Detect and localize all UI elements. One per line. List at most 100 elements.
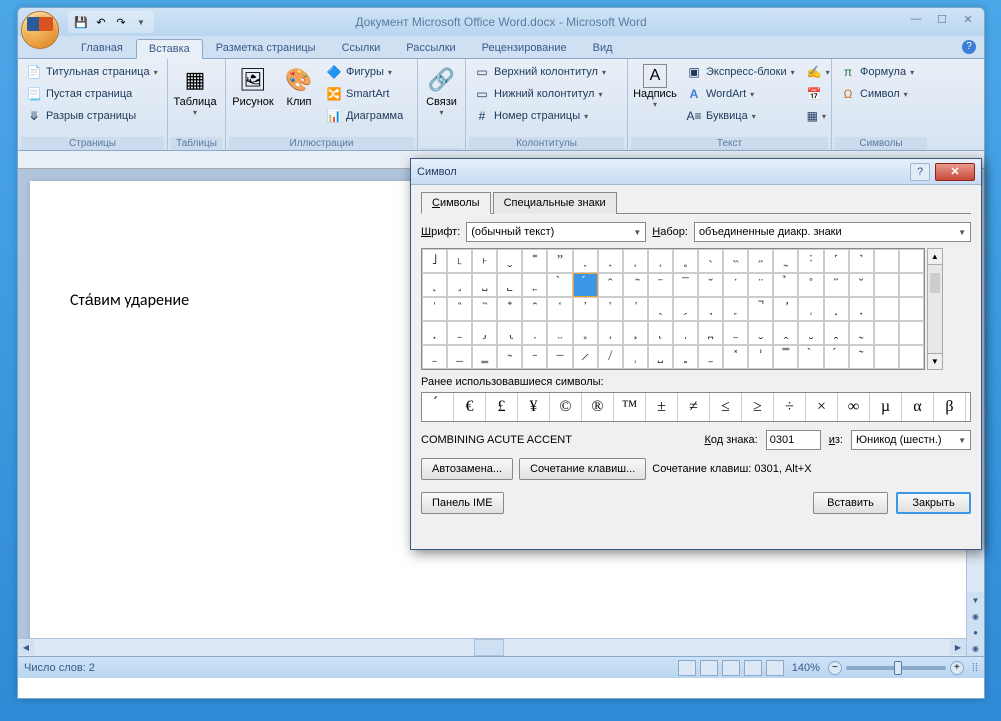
symbol-cell[interactable]: ̺ (648, 345, 673, 369)
qat-dropdown-icon[interactable]: ▼ (132, 13, 150, 31)
symbol-cell[interactable]: ˿ (522, 273, 547, 297)
symbol-cell[interactable]: ̱ (422, 345, 447, 369)
dialog-titlebar[interactable]: Символ ? ✕ (411, 159, 981, 185)
header-button[interactable]: ▭Верхний колонтитул▾ (469, 61, 624, 83)
symbol-cell[interactable]: ̕ (623, 297, 648, 321)
symbol-cell[interactable]: ˱ (623, 249, 648, 273)
help-icon[interactable]: ? (962, 40, 976, 54)
symbol-cell[interactable]: ̿ (773, 345, 798, 369)
recent-symbol-cell[interactable]: ™ (614, 393, 646, 421)
symbol-cell[interactable]: ̢ (497, 321, 522, 345)
wordart-button[interactable]: AWordArt▾ (681, 83, 800, 105)
horizontal-scrollbar[interactable]: ◀ ▶ (18, 638, 966, 656)
symbol-cell[interactable]: ̓ (573, 297, 598, 321)
chart-button[interactable]: 📊Диаграмма (321, 105, 408, 127)
quickparts-button[interactable]: ▣Экспресс-блоки▾ (681, 61, 800, 83)
symbol-cell[interactable]: ̘ (698, 297, 723, 321)
symbol-cell[interactable] (874, 249, 899, 273)
table-button[interactable]: ▦ Таблица▾ (171, 61, 219, 137)
symbol-cell[interactable]: ̍ (422, 297, 447, 321)
symbol-cell[interactable]: ˾ (497, 273, 522, 297)
maximize-button[interactable]: ☐ (930, 11, 954, 27)
dialog-close-button[interactable]: ✕ (935, 163, 975, 181)
next-page-icon[interactable]: ◉ (967, 640, 984, 656)
symbol-cell[interactable] (899, 273, 924, 297)
footer-button[interactable]: ▭Нижний колонтитул▾ (469, 83, 624, 105)
symbol-cell[interactable]: ̊ (798, 273, 823, 297)
symbol-cell[interactable]: ˮ (547, 249, 572, 273)
undo-icon[interactable]: ↶ (92, 13, 110, 31)
symbol-cell[interactable] (874, 321, 899, 345)
recent-symbol-cell[interactable]: ± (646, 393, 678, 421)
symbol-cell[interactable]: ̉ (773, 273, 798, 297)
symbol-cell[interactable]: ̨ (648, 321, 673, 345)
symbol-cell[interactable]: ̋ (824, 273, 849, 297)
symbol-cell[interactable]: ̪ (698, 321, 723, 345)
symbol-cell[interactable]: ̠ (447, 321, 472, 345)
tab-layout[interactable]: Разметка страницы (203, 38, 329, 58)
zoom-level[interactable]: 140% (792, 662, 820, 674)
symbol-cell[interactable]: ̻ (673, 345, 698, 369)
ime-panel-button[interactable]: Панель IME (421, 492, 504, 514)
symbol-cell[interactable]: ̽ (723, 345, 748, 369)
picture-button[interactable]: 🖼Рисунок (229, 61, 277, 137)
symbol-cell[interactable]: ̸ (598, 345, 623, 369)
recent-symbol-cell[interactable]: ® (582, 393, 614, 421)
recent-symbol-cell[interactable]: € (454, 393, 486, 421)
symbol-cell[interactable]: ̃ (623, 273, 648, 297)
clip-button[interactable]: 🎨Клип (279, 61, 319, 137)
datetime-button[interactable]: 📅 (802, 83, 826, 105)
symbol-cell[interactable]: ˲ (648, 249, 673, 273)
recent-symbol-cell[interactable]: £ (486, 393, 518, 421)
zoom-out-button[interactable]: − (828, 661, 842, 675)
shortcut-button[interactable]: Сочетание клавиш... (519, 458, 646, 480)
symbol-cell[interactable]: ˫ (472, 249, 497, 273)
symbol-cell[interactable]: ̇ (723, 273, 748, 297)
symbol-cell[interactable]: ˩ (422, 249, 447, 273)
symbol-cell[interactable]: ̞ (849, 297, 874, 321)
scroll-right-icon[interactable]: ▶ (950, 639, 966, 655)
tab-home[interactable]: Главная (68, 38, 136, 58)
symbol-cell[interactable]: ˭ (522, 249, 547, 273)
symbol-cell[interactable]: ̵ (522, 345, 547, 369)
symbol-cell[interactable]: ̙ (723, 297, 748, 321)
recent-symbol-cell[interactable]: × (806, 393, 838, 421)
fullscreen-view-icon[interactable] (700, 660, 718, 676)
recent-symbol-cell[interactable]: α (902, 393, 934, 421)
symbol-cell[interactable]: ̶ (547, 345, 572, 369)
shapes-button[interactable]: 🔷Фигуры▾ (321, 61, 408, 83)
symbol-cell[interactable]: ̾ (748, 345, 773, 369)
symbol-cell[interactable]: ˹ (824, 249, 849, 273)
symbol-cell[interactable]: ̝ (824, 297, 849, 321)
symbol-cell[interactable]: ̟ (422, 321, 447, 345)
scroll-thumb[interactable] (930, 273, 940, 293)
symbol-cell[interactable]: ̡ (472, 321, 497, 345)
close-button[interactable]: ✕ (956, 11, 980, 27)
symbol-cell[interactable]: ˬ (497, 249, 522, 273)
redo-icon[interactable]: ↷ (112, 13, 130, 31)
recent-symbol-cell[interactable]: ́ (422, 393, 454, 421)
grid-scrollbar[interactable]: ▲ ▼ (927, 248, 943, 370)
page-break-button[interactable]: ⤋Разрыв страницы (21, 105, 164, 127)
save-icon[interactable]: 💾 (72, 13, 90, 31)
browse-object-icon[interactable]: ● (967, 624, 984, 640)
tab-references[interactable]: Ссылки (329, 38, 394, 58)
blank-page-button[interactable]: 📃Пустая страница (21, 83, 164, 105)
symbol-cell[interactable]: ˳ (673, 249, 698, 273)
symbol-cell[interactable]: ˯ (573, 249, 598, 273)
symbol-cell[interactable]: ̥ (573, 321, 598, 345)
symbol-cell[interactable]: ˷ (773, 249, 798, 273)
page-number-button[interactable]: #Номер страницы▾ (469, 105, 624, 127)
symbol-cell[interactable]: ̴ (497, 345, 522, 369)
symbol-cell[interactable]: ̀ (798, 345, 823, 369)
symbol-cell[interactable]: ̀ (547, 273, 572, 297)
symbol-cell[interactable]: ̲ (447, 345, 472, 369)
symbol-cell[interactable]: ̗ (673, 297, 698, 321)
symbol-cell[interactable]: ̆ (698, 273, 723, 297)
symbol-cell[interactable] (899, 297, 924, 321)
symbol-cell[interactable]: ˵ (723, 249, 748, 273)
symbol-cell[interactable] (899, 249, 924, 273)
symbol-cell[interactable]: ̄ (648, 273, 673, 297)
symbol-cell[interactable]: ̖ (648, 297, 673, 321)
symbol-cell[interactable]: ̳ (472, 345, 497, 369)
